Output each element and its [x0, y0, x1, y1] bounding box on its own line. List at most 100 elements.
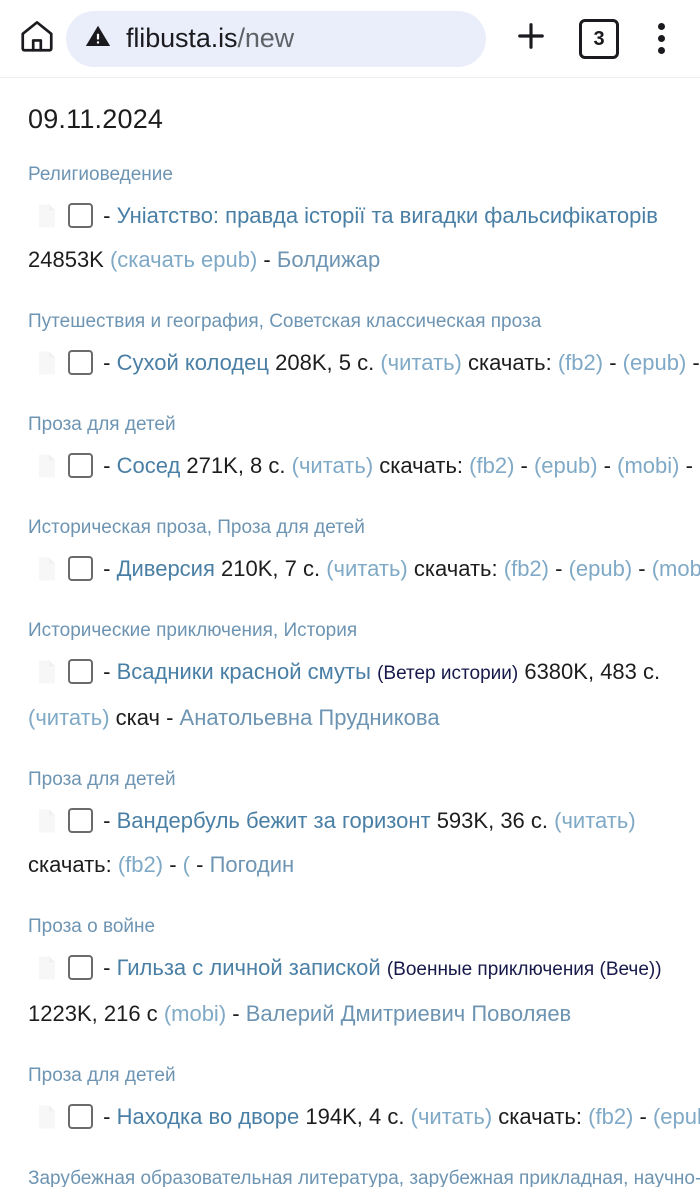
book-size: 6380K — [524, 659, 588, 684]
download-format-link[interactable]: (скачать epub) — [110, 247, 257, 272]
new-tab-button[interactable] — [504, 12, 558, 66]
book-group: Путешествия и география, Советская класс… — [28, 311, 700, 385]
book-entry: - Всадники красной смуты (Ветер истории)… — [28, 650, 700, 740]
download-format-link[interactable]: ( — [183, 852, 190, 877]
book-title-link[interactable]: Всадники красной смуты — [117, 659, 371, 684]
genre-label[interactable]: Исторические приключения, История — [28, 620, 700, 642]
genre-label[interactable]: Проза о войне — [28, 916, 700, 938]
book-checkbox[interactable] — [68, 659, 93, 684]
book-group: Проза о войне - Гильза с личной запиской… — [28, 916, 700, 1036]
read-online-link[interactable]: (читать) — [554, 808, 636, 833]
book-size: 593K — [436, 808, 489, 833]
genre-label[interactable]: Путешествия и география, Советская класс… — [28, 311, 700, 333]
entry-dash: - — [103, 350, 111, 375]
home-button[interactable] — [14, 16, 60, 62]
book-size: 24853K — [28, 247, 104, 272]
book-group: Проза для детей - Находка во дворе 194K,… — [28, 1065, 700, 1139]
browser-menu-button[interactable] — [636, 12, 686, 66]
genre-label[interactable]: Проза для детей — [28, 769, 700, 791]
book-cover-icon — [36, 952, 58, 980]
book-pages: 5 с. — [338, 350, 375, 375]
book-group: Зарубежная образовательная литература, з… — [28, 1168, 700, 1187]
book-entry: - Сухой колодец 208K, 5 с. (читать) скач… — [28, 341, 700, 385]
download-format-link[interactable]: (fb2) — [558, 350, 603, 375]
book-group: Религиоведение - Уніатство: правда істор… — [28, 164, 700, 282]
address-bar[interactable]: flibusta.is/new — [66, 10, 486, 67]
book-group: Проза для детей - Сосед 271K, 8 с. (чита… — [28, 414, 700, 488]
book-series: (Ветер истории) — [377, 663, 519, 684]
book-group: Проза для детей - Вандербуль бежит за го… — [28, 769, 700, 887]
book-pages: 36 с. — [500, 808, 549, 833]
book-checkbox[interactable] — [68, 955, 93, 980]
book-size: 1223K — [28, 1001, 92, 1026]
download-format-link[interactable]: (epub) — [653, 1104, 700, 1129]
download-format-link[interactable]: (mobi) — [652, 556, 700, 581]
book-title-link[interactable]: Сосед — [117, 453, 181, 478]
book-author-link[interactable]: Анатольевна Прудникова — [180, 705, 440, 730]
book-cover-icon — [36, 1101, 58, 1129]
entry-dash: - — [103, 808, 111, 833]
date-heading: 09.11.2024 — [28, 104, 164, 134]
book-checkbox[interactable] — [68, 350, 93, 375]
book-cover-icon — [36, 347, 58, 375]
tab-count-label: 3 — [593, 27, 605, 50]
book-entry: - Находка во дворе 194K, 4 с. (читать) с… — [28, 1095, 700, 1139]
book-title-link[interactable]: Уніатство: правда історії та вигадки фал… — [117, 203, 658, 228]
home-icon — [18, 17, 56, 60]
book-title-link[interactable]: Сухой колодец — [117, 350, 269, 375]
book-pages: 216 с — [103, 1001, 158, 1026]
entry-dash: - — [103, 1104, 111, 1129]
download-format-link[interactable]: (epub) — [569, 556, 633, 581]
book-checkbox[interactable] — [68, 453, 93, 478]
download-format-link[interactable]: (fb2) — [118, 852, 163, 877]
download-format-link[interactable]: (fb2) — [469, 453, 514, 478]
download-label: скачать: — [413, 556, 498, 581]
download-format-link[interactable]: (fb2) — [504, 556, 549, 581]
book-author-link[interactable]: Валерий Дмитриевич Поволяев — [246, 1001, 572, 1026]
read-online-link[interactable]: (читать) — [326, 556, 408, 581]
download-format-link[interactable]: (epub) — [623, 350, 687, 375]
book-cover-icon — [36, 656, 58, 684]
download-label: скач — [115, 705, 160, 730]
book-size: 208K — [275, 350, 327, 375]
genre-label[interactable]: Проза для детей — [28, 1065, 700, 1087]
page-content: 09.11.2024 Религиоведение - Уніатство: п… — [0, 78, 700, 1187]
read-online-link[interactable]: (читать) — [411, 1104, 493, 1129]
plus-icon — [513, 18, 549, 59]
entry-dash: - — [103, 556, 111, 581]
book-pages: 4 с. — [369, 1104, 405, 1129]
book-checkbox[interactable] — [68, 556, 93, 581]
download-format-link[interactable]: (mobi) — [617, 453, 679, 478]
book-title-link[interactable]: Гильза с личной запиской — [117, 955, 381, 980]
warning-triangle-icon[interactable] — [84, 22, 112, 55]
book-entry: - Гильза с личной запиской (Военные прик… — [28, 946, 700, 1036]
book-cover-icon — [36, 805, 58, 833]
read-online-link[interactable]: (читать) — [292, 453, 374, 478]
book-title-link[interactable]: Находка во дворе — [117, 1104, 300, 1129]
book-checkbox[interactable] — [68, 808, 93, 833]
url-host: flibusta.is — [126, 23, 238, 53]
book-title-link[interactable]: Диверсия — [117, 556, 215, 581]
genre-label[interactable]: Зарубежная образовательная литература, з… — [28, 1168, 700, 1187]
book-cover-icon — [36, 450, 58, 478]
book-group: Исторические приключения, История - Всад… — [28, 620, 700, 740]
book-author-link[interactable]: Погодин — [210, 852, 295, 877]
book-checkbox[interactable] — [68, 1104, 93, 1129]
genre-label[interactable]: Историческая проза, Проза для детей — [28, 517, 700, 539]
download-format-link[interactable]: (epub) — [534, 453, 598, 478]
read-online-link[interactable]: (читать) — [28, 705, 110, 730]
tab-switcher-button[interactable]: 3 — [572, 12, 626, 66]
book-title-link[interactable]: Вандербуль бежит за горизонт — [117, 808, 431, 833]
book-pages: 8 с. — [250, 453, 286, 478]
book-series: (Военные приключения (Вече)) — [386, 959, 662, 980]
book-checkbox[interactable] — [68, 203, 93, 228]
genre-label[interactable]: Проза для детей — [28, 414, 700, 436]
book-cover-icon — [36, 200, 58, 228]
genre-label[interactable]: Религиоведение — [28, 164, 700, 186]
download-format-link[interactable]: (mobi) — [164, 1001, 226, 1026]
book-cover-icon — [36, 553, 58, 581]
book-size: 194K — [305, 1104, 357, 1129]
download-format-link[interactable]: (fb2) — [588, 1104, 633, 1129]
read-online-link[interactable]: (читать) — [380, 350, 462, 375]
book-author-link[interactable]: Болдижар — [277, 247, 380, 272]
